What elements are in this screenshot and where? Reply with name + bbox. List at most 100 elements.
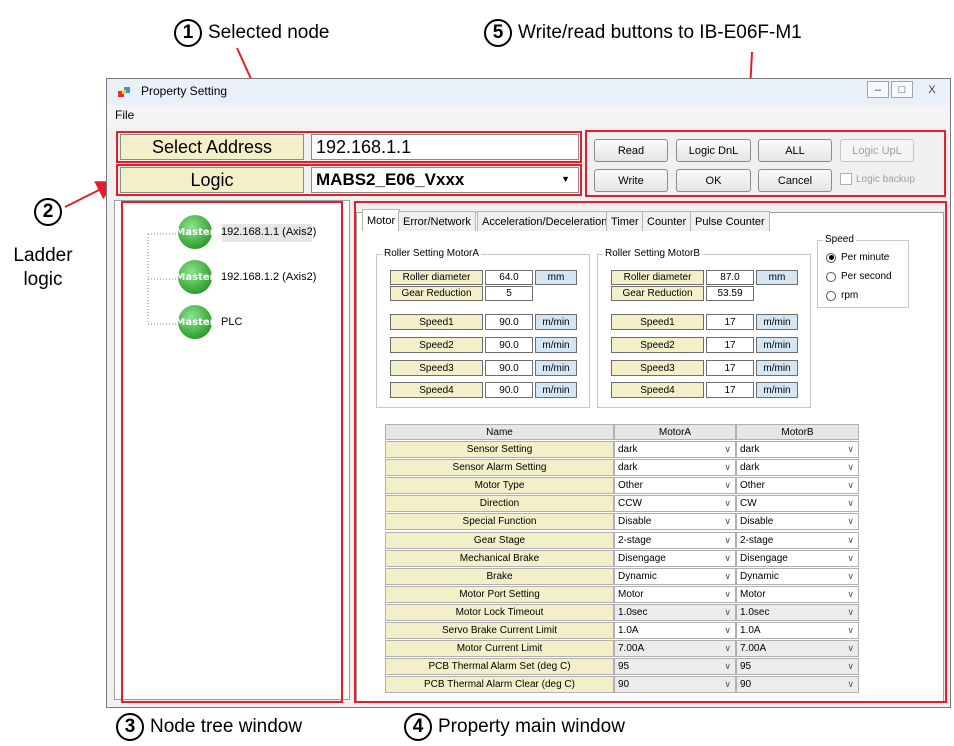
motor-a-select[interactable]: dark ∨ xyxy=(614,441,736,459)
menu-file[interactable]: File xyxy=(115,108,134,122)
motor-b-select-text: 1.0A xyxy=(740,625,761,637)
chevron-down-icon: ∨ xyxy=(847,679,854,690)
radio-empty-icon xyxy=(826,271,836,282)
property-name-cell-text: Motor Current Limit xyxy=(456,643,543,655)
motor-b-select[interactable]: dark ∨ xyxy=(736,441,859,459)
logic-upl-button[interactable]: Logic UpL xyxy=(840,139,914,162)
speed2-input[interactable]: 90.0 xyxy=(485,337,533,353)
speed2-input[interactable]: 17 xyxy=(706,337,754,353)
all-button[interactable]: ALL xyxy=(758,139,832,162)
speed4-input[interactable]: 90.0 xyxy=(485,382,533,398)
motor-a-select[interactable]: 90 ∨ xyxy=(614,676,736,694)
gear-reduction-label: Gear Reduction xyxy=(390,286,483,301)
select-address-label: Select Address xyxy=(120,134,304,160)
motor-b-select[interactable]: CW ∨ xyxy=(736,495,859,513)
logic-select[interactable]: MABS2_E06_Vxxx ▼ xyxy=(311,167,579,193)
speed1-unit: m/min xyxy=(756,314,798,330)
tree-node-1[interactable]: Master 192.168.1.1 (Axis2) xyxy=(175,215,316,249)
close-button[interactable]: X xyxy=(917,81,947,98)
radio-per-second[interactable]: Per second xyxy=(826,271,892,282)
motor-a-select-text: 90 xyxy=(618,679,630,691)
callout-number: 2 xyxy=(34,198,62,226)
tab-counter[interactable]: Counter xyxy=(642,211,692,231)
motor-a-select[interactable]: CCW ∨ xyxy=(614,495,736,513)
minimize-button[interactable]: – xyxy=(867,81,889,98)
group-title-motor-b: Roller Setting MotorB xyxy=(603,248,703,259)
speed1-input[interactable]: 90.0 xyxy=(485,314,533,330)
callout-text: Property main window xyxy=(438,716,625,737)
chevron-down-icon: ∨ xyxy=(847,480,854,491)
motor-b-select-text: 7.00A xyxy=(740,643,767,655)
motor-b-select[interactable]: 2-stage ∨ xyxy=(736,531,859,549)
chevron-down-icon: ∨ xyxy=(724,625,731,635)
property-name-cell-text: Mechanical Brake xyxy=(459,552,540,564)
tab-motor[interactable]: Motor xyxy=(362,209,401,231)
motor-b-select[interactable]: Dynamic ∨ xyxy=(736,567,859,585)
tree-node-3[interactable]: Master PLC xyxy=(175,305,242,339)
callout-text: Write/read buttons to IB-E06F-M1 xyxy=(518,22,802,43)
motor-b-select-text: 95 xyxy=(740,661,752,673)
roller-diameter-input[interactable]: 87.0 xyxy=(706,270,754,285)
motor-b-select[interactable]: 90 ∨ xyxy=(736,676,859,694)
motor-a-select[interactable]: 1.0A ∨ xyxy=(614,622,736,640)
maximize-button[interactable]: □ xyxy=(891,81,913,98)
motor-a-select[interactable]: Disable ∨ xyxy=(614,513,736,531)
chevron-down-icon: ∨ xyxy=(724,534,731,545)
motor-b-select[interactable]: Other ∨ xyxy=(736,477,859,495)
property-name-cell: Special Function xyxy=(385,513,614,531)
cancel-button[interactable]: Cancel xyxy=(758,169,832,192)
tab-acceleration-deceleration[interactable]: Acceleration/Deceleration xyxy=(477,211,613,231)
tree-node-2[interactable]: Master 192.168.1.2 (Axis2) xyxy=(175,260,316,294)
motor-a-select[interactable]: 95 ∨ xyxy=(614,658,736,676)
motor-a-select[interactable]: dark ∨ xyxy=(614,459,736,477)
ok-button[interactable]: OK xyxy=(676,169,751,192)
motor-a-select[interactable]: Disengage ∨ xyxy=(614,549,736,567)
motor-b-select[interactable]: Disengage ∨ xyxy=(736,549,859,567)
property-name-cell: Mechanical Brake xyxy=(385,549,614,567)
motor-b-select[interactable]: 7.00A ∨ xyxy=(736,640,859,658)
speed3-input[interactable]: 17 xyxy=(706,360,754,376)
callout-node-tree-window: 3 Node tree window xyxy=(116,713,302,741)
callout-text: Ladder logic xyxy=(8,244,78,292)
speed-group-title: Speed xyxy=(823,234,856,245)
motor-b-select[interactable]: 95 ∨ xyxy=(736,658,859,676)
chevron-down-icon: ∨ xyxy=(724,516,731,527)
gear-reduction-input[interactable]: 5 xyxy=(485,286,533,301)
property-name-cell-text: PCB Thermal Alarm Set (deg C) xyxy=(428,661,571,673)
chevron-down-icon: ∨ xyxy=(724,552,731,563)
motor-a-select[interactable]: Other ∨ xyxy=(614,477,736,495)
tab-error-network[interactable]: Error/Network xyxy=(398,211,476,231)
motor-b-select[interactable]: Motor ∨ xyxy=(736,585,859,603)
roller-diameter-input[interactable]: 64.0 xyxy=(485,270,533,285)
motor-a-select[interactable]: 1.0sec ∨ xyxy=(614,603,736,621)
motor-a-select[interactable]: 2-stage ∨ xyxy=(614,531,736,549)
tab-pulse-counter[interactable]: Pulse Counter xyxy=(690,211,770,231)
motor-b-select[interactable]: dark ∨ xyxy=(736,459,859,477)
write-button[interactable]: Write xyxy=(594,169,668,192)
tab-timer[interactable]: Timer xyxy=(606,211,644,231)
speed3-input[interactable]: 90.0 xyxy=(485,360,533,376)
callout-selected-node: 1 Selected node xyxy=(174,19,330,47)
tab-bar: Motor Error/Network Acceleration/Deceler… xyxy=(362,209,942,233)
roller-diameter-unit: mm xyxy=(756,270,798,285)
motor-a-select[interactable]: 7.00A ∨ xyxy=(614,640,736,658)
speed4-input[interactable]: 17 xyxy=(706,382,754,398)
logic-dnl-button[interactable]: Logic DnL xyxy=(676,139,751,162)
select-address-field[interactable]: 192.168.1.1 xyxy=(311,134,579,160)
motor-b-select[interactable]: Disable ∨ xyxy=(736,513,859,531)
radio-per-minute[interactable]: Per minute xyxy=(826,252,889,263)
group-title-motor-a: Roller Setting MotorA xyxy=(382,248,482,259)
read-button[interactable]: Read xyxy=(594,139,668,162)
radio-rpm[interactable]: rpm xyxy=(826,290,858,301)
speed1-input[interactable]: 17 xyxy=(706,314,754,330)
motor-b-select[interactable]: 1.0A ∨ xyxy=(736,622,859,640)
motor-a-select-text: CCW xyxy=(618,498,642,510)
gear-reduction-input[interactable]: 53.59 xyxy=(706,286,754,301)
chevron-down-icon: ∨ xyxy=(847,643,854,654)
speed3-unit: m/min xyxy=(756,360,798,376)
motor-a-select[interactable]: Dynamic ∨ xyxy=(614,567,736,585)
motor-b-select[interactable]: 1.0sec ∨ xyxy=(736,603,859,621)
motor-a-select[interactable]: Motor ∨ xyxy=(614,585,736,603)
logic-backup-checkbox[interactable]: Logic backup xyxy=(840,173,915,185)
motor-a-select-text: dark xyxy=(618,462,638,474)
